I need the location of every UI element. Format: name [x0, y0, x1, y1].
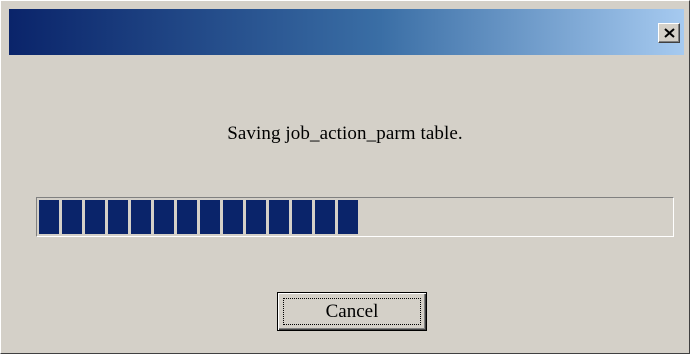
cancel-button-label: Cancel [283, 298, 421, 325]
close-icon [664, 28, 675, 38]
close-button[interactable] [658, 23, 680, 43]
progress-block [338, 200, 358, 234]
progress-block [177, 200, 197, 234]
progress-fill [39, 200, 671, 234]
progress-block [315, 200, 335, 234]
progress-block [292, 200, 312, 234]
status-message: Saving job_action_parm table. [227, 123, 463, 144]
title-bar[interactable] [9, 9, 684, 55]
progress-block [131, 200, 151, 234]
progress-block [85, 200, 105, 234]
cancel-button[interactable]: Cancel [277, 292, 427, 331]
progress-bar [36, 197, 674, 237]
progress-block [39, 200, 59, 234]
progress-block [223, 200, 243, 234]
progress-block [246, 200, 266, 234]
progress-block [154, 200, 174, 234]
progress-dialog: Saving job_action_parm table. Cancel [0, 0, 690, 354]
progress-block [62, 200, 82, 234]
progress-block [108, 200, 128, 234]
progress-block [269, 200, 289, 234]
progress-block [200, 200, 220, 234]
